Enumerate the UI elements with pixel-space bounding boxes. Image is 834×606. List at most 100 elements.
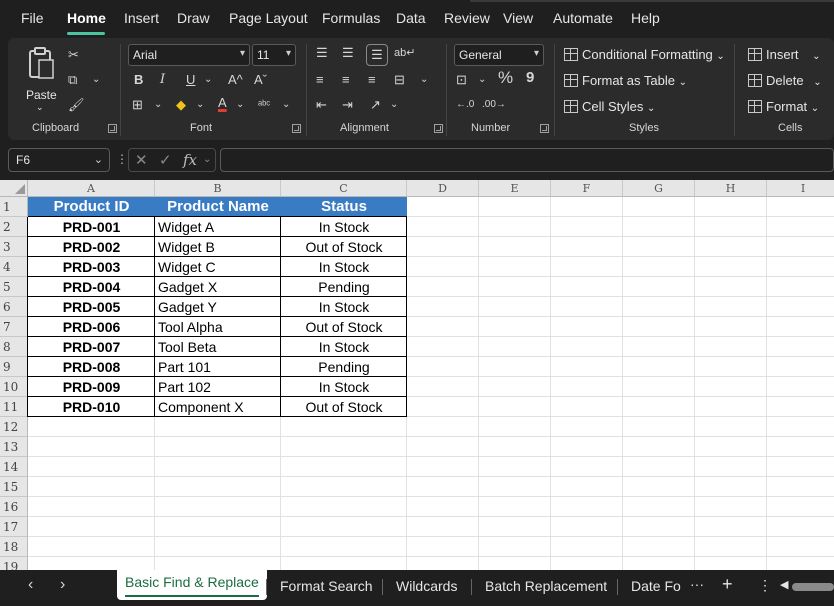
table-cell[interactable]: PRD-004: [28, 277, 155, 297]
chevron-down-icon[interactable]: ⌄: [390, 96, 398, 114]
next-sheet-icon[interactable]: ›: [60, 576, 65, 594]
row-header[interactable]: 3: [0, 237, 28, 257]
sheet-tab-batch-replacement[interactable]: Batch Replacement: [485, 578, 607, 594]
column-header[interactable]: D: [407, 180, 479, 197]
formula-input[interactable]: [220, 148, 834, 172]
align-center-icon[interactable]: ≡: [342, 71, 350, 89]
row-header[interactable]: 10: [0, 377, 28, 397]
clipboard-launcher-icon[interactable]: [108, 124, 117, 133]
table-cell[interactable]: Out of Stock: [281, 397, 407, 417]
column-header[interactable]: A: [28, 180, 155, 197]
italic-button[interactable]: I: [160, 71, 165, 89]
table-cell[interactable]: In Stock: [281, 297, 407, 317]
table-cell[interactable]: Gadget X: [155, 277, 281, 297]
chevron-down-icon[interactable]: ⌄: [282, 96, 290, 114]
table-header-cell[interactable]: Product Name: [155, 197, 281, 217]
insert-function-button[interactable]: fx: [183, 151, 197, 169]
add-sheet-button[interactable]: +: [722, 574, 733, 595]
column-header[interactable]: F: [551, 180, 623, 197]
align-top-icon[interactable]: ☰: [316, 44, 328, 62]
table-cell[interactable]: Part 101: [155, 357, 281, 377]
table-cell[interactable]: PRD-007: [28, 337, 155, 357]
menu-formulas[interactable]: Formulas: [322, 10, 380, 26]
table-cell[interactable]: Out of Stock: [281, 317, 407, 337]
delete-cells-button[interactable]: Delete ⌄: [748, 73, 822, 88]
merge-center-icon[interactable]: ⊟: [394, 71, 405, 89]
column-header[interactable]: C: [281, 180, 407, 197]
chevron-down-icon[interactable]: ⌄: [92, 71, 100, 89]
menu-help[interactable]: Help: [631, 10, 660, 26]
format-cells-button[interactable]: Format ⌄: [748, 99, 819, 114]
align-middle-icon[interactable]: ☰: [342, 44, 354, 62]
prev-sheet-icon[interactable]: ‹: [28, 576, 33, 594]
insert-cells-button[interactable]: Insert ⌄: [748, 47, 821, 62]
underline-button[interactable]: U: [186, 71, 195, 89]
increase-font-button[interactable]: A^: [228, 71, 243, 89]
row-header[interactable]: 4: [0, 257, 28, 277]
menu-home[interactable]: Home: [67, 10, 106, 26]
column-header[interactable]: H: [695, 180, 767, 197]
select-all-button[interactable]: [0, 180, 28, 197]
table-cell[interactable]: Out of Stock: [281, 237, 407, 257]
row-header[interactable]: 13: [0, 437, 28, 457]
row-header[interactable]: 1: [0, 197, 28, 217]
row-header[interactable]: 15: [0, 477, 28, 497]
phonetic-icon[interactable]: ᵃᵇᶜ: [258, 96, 270, 114]
percent-button[interactable]: %: [498, 69, 513, 87]
menu-review[interactable]: Review: [444, 10, 490, 26]
table-cell[interactable]: Part 102: [155, 377, 281, 397]
more-options-icon[interactable]: ⋮: [116, 152, 128, 166]
table-header-cell[interactable]: Status: [281, 197, 407, 217]
orientation-icon[interactable]: ↗: [370, 96, 381, 114]
menu-data[interactable]: Data: [396, 10, 426, 26]
row-header[interactable]: 12: [0, 417, 28, 437]
chevron-down-icon[interactable]: ⌄: [420, 71, 428, 89]
table-cell[interactable]: PRD-006: [28, 317, 155, 337]
row-header[interactable]: 11: [0, 397, 28, 417]
table-cell[interactable]: Tool Beta: [155, 337, 281, 357]
table-cell[interactable]: Component X: [155, 397, 281, 417]
tab-options-icon[interactable]: ⋮: [758, 577, 772, 594]
table-cell[interactable]: Gadget Y: [155, 297, 281, 317]
font-name-select[interactable]: Arial ▾: [128, 44, 250, 66]
increase-indent-icon[interactable]: ⇥: [342, 96, 353, 114]
menu-insert[interactable]: Insert: [124, 10, 159, 26]
decrease-font-button[interactable]: Aˇ: [254, 71, 267, 89]
table-cell[interactable]: Tool Alpha: [155, 317, 281, 337]
copy-icon[interactable]: ⧉: [68, 71, 77, 89]
row-header[interactable]: 8: [0, 337, 28, 357]
table-cell[interactable]: PRD-009: [28, 377, 155, 397]
table-cell[interactable]: In Stock: [281, 217, 407, 237]
table-cell[interactable]: PRD-003: [28, 257, 155, 277]
paste-button[interactable]: Paste ⌄: [24, 44, 60, 114]
bold-button[interactable]: B: [134, 71, 143, 89]
row-header[interactable]: 18: [0, 537, 28, 557]
table-cell[interactable]: PRD-008: [28, 357, 155, 377]
enter-icon[interactable]: ✓: [159, 151, 172, 169]
table-cell[interactable]: Widget C: [155, 257, 281, 277]
cancel-icon[interactable]: ✕: [135, 151, 148, 169]
table-cell[interactable]: PRD-001: [28, 217, 155, 237]
row-header[interactable]: 7: [0, 317, 28, 337]
table-cell[interactable]: Pending: [281, 357, 407, 377]
wrap-text-icon[interactable]: ab↵: [394, 44, 415, 62]
sheet-tab-wildcards[interactable]: Wildcards: [396, 578, 457, 594]
sheet-tab-basic-find-replace[interactable]: Basic Find & Replace: [117, 570, 267, 600]
row-header[interactable]: 17: [0, 517, 28, 537]
format-painter-icon[interactable]: 🖌: [68, 96, 85, 114]
chevron-down-icon[interactable]: ⌄: [236, 96, 244, 114]
format-as-table-button[interactable]: Format as Table ⌄: [564, 73, 687, 88]
table-cell[interactable]: PRD-005: [28, 297, 155, 317]
align-left-icon[interactable]: ≡: [316, 71, 324, 89]
row-header[interactable]: 16: [0, 497, 28, 517]
font-color-icon[interactable]: A: [218, 94, 227, 112]
currency-icon[interactable]: ⊡: [456, 71, 467, 89]
font-launcher-icon[interactable]: [292, 124, 301, 133]
conditional-formatting-button[interactable]: Conditional Formatting ⌄: [564, 47, 725, 62]
comma-button[interactable]: 9: [526, 69, 534, 87]
table-header-cell[interactable]: Product ID: [28, 197, 155, 217]
column-header[interactable]: I: [767, 180, 834, 197]
decrease-decimal-icon[interactable]: .00→: [482, 96, 506, 114]
column-header[interactable]: B: [155, 180, 281, 197]
name-box[interactable]: F6 ⌄: [8, 148, 110, 172]
